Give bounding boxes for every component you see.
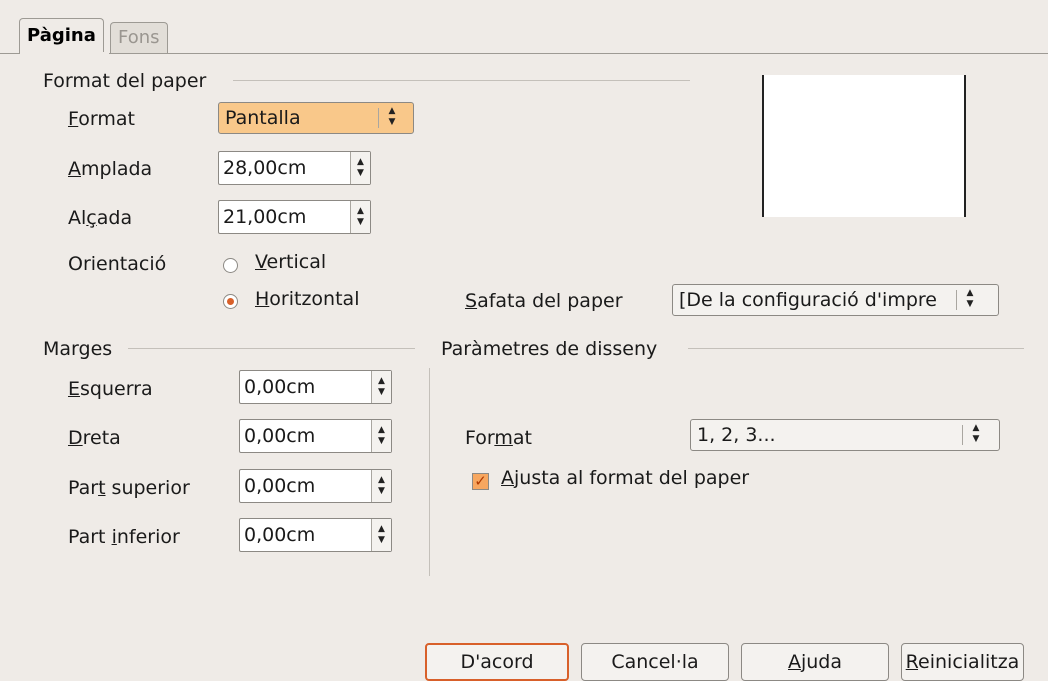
- format-label: Format: [68, 108, 135, 130]
- orientation-horizontal-radio[interactable]: [223, 294, 238, 309]
- orientation-label: Orientació: [68, 253, 167, 275]
- layout-format-value: 1, 2, 3...: [697, 424, 776, 446]
- margin-right-field[interactable]: 0,00cm ▲ ▼: [239, 419, 392, 453]
- paper-format-title: Format del paper: [43, 70, 207, 92]
- height-spin-field[interactable]: 21,00cm ▲ ▼: [218, 200, 371, 234]
- updown-arrows-icon: ▲ ▼: [388, 106, 396, 127]
- margin-bottom-label: Part inferior: [68, 526, 180, 548]
- fit-to-paper-label[interactable]: Ajusta al format del paper: [501, 467, 749, 489]
- paper-tray-label: Safata del paper: [465, 290, 623, 312]
- margins-divider: [128, 348, 415, 349]
- cancel-button[interactable]: Cancel·la: [581, 643, 729, 681]
- margin-top-field[interactable]: 0,00cm ▲ ▼: [239, 469, 392, 503]
- updown-arrows-icon: ▲ ▼: [966, 288, 974, 309]
- paper-format-divider: [233, 80, 690, 81]
- layout-settings-title: Paràmetres de disseny: [441, 338, 658, 360]
- reset-button[interactable]: Reinicialitza: [901, 643, 1024, 681]
- margin-left-label: Esquerra: [68, 378, 153, 400]
- margins-title: Marges: [43, 338, 113, 360]
- margin-bottom-field[interactable]: 0,00cm ▲ ▼: [239, 518, 392, 552]
- paper-format-value: Pantalla: [225, 107, 301, 129]
- spin-arrows-icon[interactable]: ▲ ▼: [371, 420, 391, 452]
- orientation-vertical-label[interactable]: Vertical: [255, 251, 326, 273]
- spin-arrows-icon[interactable]: ▲ ▼: [371, 470, 391, 502]
- updown-arrows-icon: ▲ ▼: [972, 423, 980, 444]
- paper-tray-value: [De la configuració d'impre: [679, 289, 937, 311]
- paper-format-select[interactable]: Pantalla ▲ ▼: [218, 102, 414, 134]
- page-preview: [762, 75, 966, 217]
- group-separator: [429, 368, 430, 576]
- spin-arrows-icon[interactable]: ▲ ▼: [371, 519, 391, 551]
- height-label: Alçada: [68, 207, 133, 229]
- paper-tray-select[interactable]: [De la configuració d'impre ▲ ▼: [672, 284, 999, 316]
- layout-format-select[interactable]: 1, 2, 3... ▲ ▼: [690, 419, 1000, 451]
- spin-arrows-icon[interactable]: ▲ ▼: [350, 152, 370, 184]
- layout-settings-divider: [688, 348, 1024, 349]
- margin-left-field[interactable]: 0,00cm ▲ ▼: [239, 370, 392, 404]
- margin-top-label: Part superior: [68, 477, 190, 499]
- tab-background[interactable]: Fons: [110, 22, 168, 53]
- spin-arrows-icon[interactable]: ▲ ▼: [350, 201, 370, 233]
- tab-page[interactable]: Pàgina: [19, 18, 104, 54]
- spin-arrows-icon[interactable]: ▲ ▼: [371, 371, 391, 403]
- width-spin-field[interactable]: 28,00cm ▲ ▼: [218, 151, 371, 185]
- width-label: Amplada: [68, 158, 153, 180]
- help-button[interactable]: Ajuda: [741, 643, 889, 681]
- margin-right-label: Dreta: [68, 427, 121, 449]
- tab-divider: [0, 53, 1048, 54]
- orientation-horizontal-label[interactable]: Horitzontal: [255, 288, 359, 310]
- layout-format-label: Format: [465, 427, 532, 449]
- fit-to-paper-checkbox[interactable]: ✓: [472, 473, 489, 490]
- ok-button[interactable]: D'acord: [425, 643, 569, 681]
- orientation-vertical-radio[interactable]: [223, 258, 238, 273]
